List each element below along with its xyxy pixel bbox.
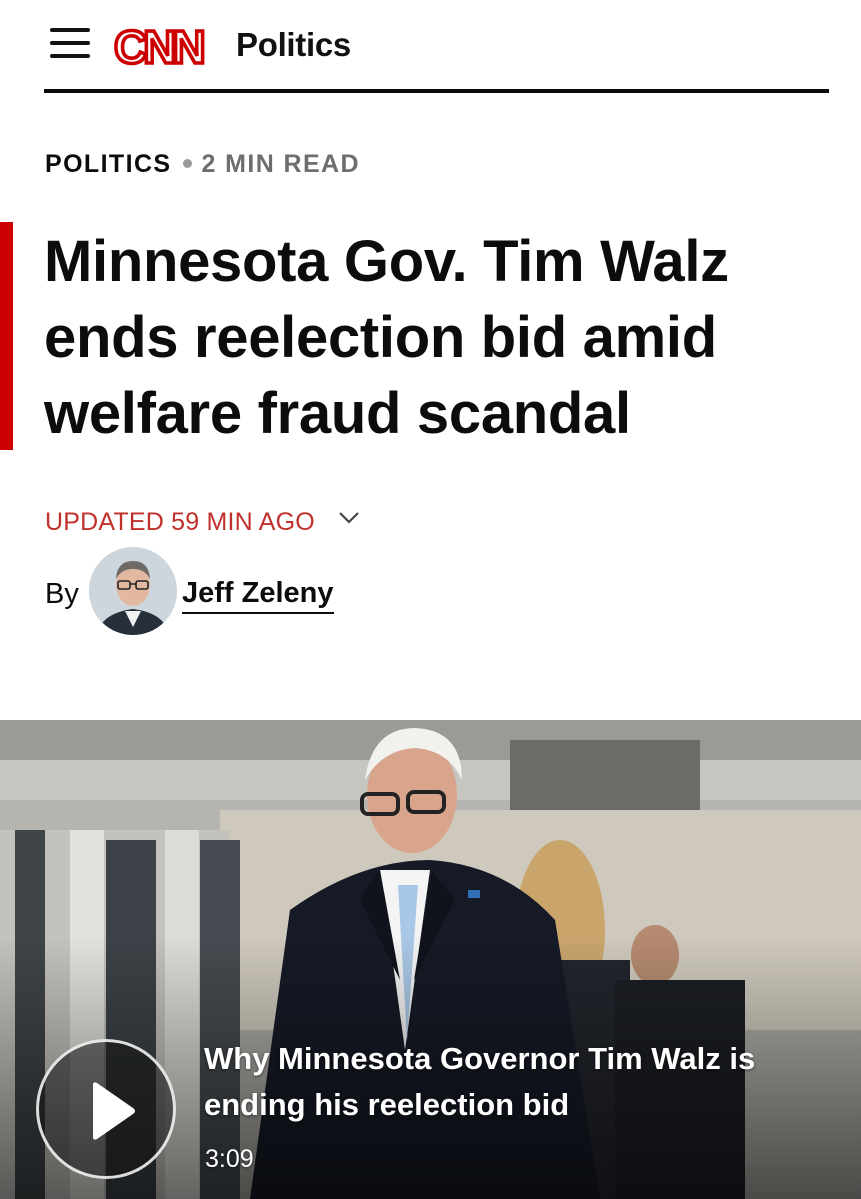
svg-text:CNN: CNN (114, 21, 203, 70)
hamburger-menu-icon[interactable] (50, 26, 92, 60)
video-duration: 3:09 (205, 1145, 254, 1173)
site-header: CNN Politics (0, 0, 861, 96)
article-headline: Minnesota Gov. Tim Walz ends reelection … (44, 229, 729, 446)
chevron-down-icon[interactable] (338, 510, 360, 526)
headline-accent-bar (0, 222, 13, 450)
article-kicker: POLITICS 2 MIN READ (45, 150, 360, 179)
section-politics-link[interactable]: Politics (236, 26, 351, 64)
kicker-section[interactable]: POLITICS (45, 150, 171, 178)
kicker-separator-dot (183, 158, 193, 168)
video-title[interactable]: Why Minnesota Governor Tim Walz is endin… (204, 1036, 844, 1128)
header-divider (44, 89, 829, 93)
cnn-logo[interactable]: CNN (112, 20, 222, 70)
play-button[interactable] (36, 1039, 176, 1179)
author-link[interactable]: Jeff Zeleny (182, 577, 334, 614)
updated-timestamp[interactable]: UPDATED 59 MIN AGO (45, 508, 315, 537)
author-avatar[interactable] (89, 547, 177, 635)
kicker-read-time: 2 MIN READ (201, 150, 360, 178)
byline-prefix: By (45, 578, 79, 610)
play-icon (93, 1082, 135, 1140)
